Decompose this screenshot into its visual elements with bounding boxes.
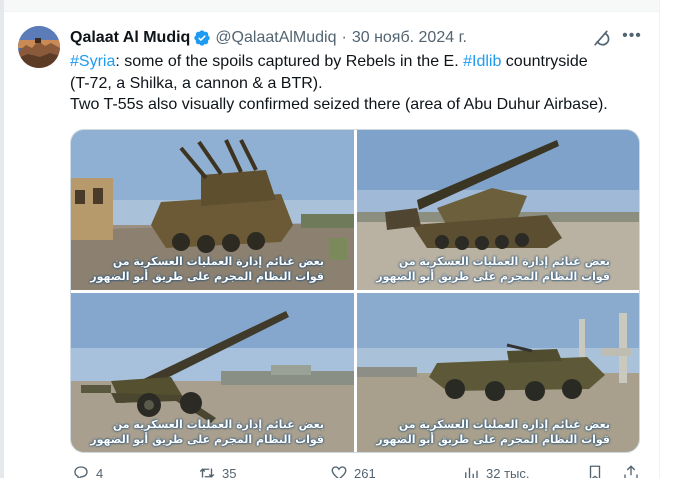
avatar[interactable] <box>18 26 60 68</box>
author-handle[interactable]: @QalaatAlMudiq <box>215 29 336 47</box>
tweet-text-line-1: #Syria: some of the spoils captured by R… <box>70 51 655 73</box>
repost-count: 35 <box>222 465 237 478</box>
tweet-date[interactable]: 30 нояб. 2024 г. <box>352 29 467 47</box>
reply-button[interactable]: 4 <box>72 463 103 478</box>
right-divider <box>659 0 660 478</box>
media-caption: بعض غنائم إدارة العمليات العسكرية من قوا… <box>89 254 324 284</box>
reply-count: 4 <box>96 465 104 478</box>
tweet-header: Qalaat Al Mudiq @QalaatAlMudiq · 30 нояб… <box>70 27 650 49</box>
more-icon[interactable]: ••• <box>621 27 643 47</box>
media-grid: بعض غنائم إدارة العمليات العسكرية من قوا… <box>70 129 640 453</box>
tweet-text-line-2: (T-72, a Shilka, a cannon & a BTR). <box>70 74 323 92</box>
bookmark-button[interactable] <box>586 463 610 478</box>
media-photo-t72[interactable]: بعض غنائم إدارة العمليات العسكرية من قوا… <box>357 130 639 290</box>
hashtag-idlib[interactable]: #Idlib <box>463 53 501 70</box>
hashtag-syria[interactable]: #Syria <box>70 53 115 70</box>
views-button[interactable]: 32 тыс. <box>462 463 529 478</box>
like-count: 261 <box>354 465 376 478</box>
bookmark-icon <box>589 465 601 478</box>
media-photo-shilka[interactable]: بعض غنائم إدارة العمليات العسكرية من قوا… <box>71 130 354 290</box>
tweet-text-line-3: Two T-55s also visually confirmed seized… <box>70 96 608 113</box>
tweet[interactable]: Qalaat Al Mudiq @QalaatAlMudiq · 30 нояб… <box>4 13 659 478</box>
share-button[interactable] <box>622 463 646 478</box>
action-bar: 4 35 261 32 тыс. <box>70 463 650 478</box>
author-name[interactable]: Qalaat Al Mudiq <box>70 29 190 47</box>
caption-line-2: قوات النظام المجرم على طريق أبو الضهور <box>376 433 610 446</box>
grok-icon[interactable] <box>591 28 611 48</box>
media-caption: بعض غنائم إدارة العمليات العسكرية من قوا… <box>89 417 324 447</box>
caption-line-2: قوات النظام المجرم على طريق أبو الضهور <box>90 270 324 283</box>
tweet-text-segment: : some of the spoils captured by Rebels … <box>115 53 464 70</box>
tweet-text-segment: countryside <box>501 53 588 70</box>
caption-line-1: بعض غنائم إدارة العمليات العسكرية من <box>398 418 610 431</box>
caption-line-2: قوات النظام المجرم على طريق أبو الضهور <box>90 433 324 446</box>
media-caption: بعض غنائم إدارة العمليات العسكرية من قوا… <box>375 254 610 284</box>
repost-button[interactable]: 35 <box>198 463 236 478</box>
caption-line-2: قوات النظام المجرم على طريق أبو الضهور <box>376 270 610 283</box>
caption-line-1: بعض غنائم إدارة العمليات العسكرية من <box>112 255 324 268</box>
media-caption: بعض غنائم إدارة العمليات العسكرية من قوا… <box>375 417 610 447</box>
share-icon <box>624 465 638 478</box>
reply-icon <box>74 466 88 478</box>
separator-dot: · <box>341 29 347 46</box>
views-count: 32 тыс. <box>486 465 530 478</box>
media-photo-cannon[interactable]: بعض غنائم إدارة العمليات العسكرية من قوا… <box>71 293 354 452</box>
like-button[interactable]: 261 <box>330 463 376 478</box>
verified-badge-icon <box>194 30 210 46</box>
caption-line-1: بعض غنائم إدارة العمليات العسكرية من <box>112 418 324 431</box>
previous-tweet-edge <box>4 0 659 12</box>
media-photo-btr[interactable]: بعض غنائم إدارة العمليات العسكرية من قوا… <box>357 293 639 452</box>
caption-line-1: بعض غنائم إدارة العمليات العسكرية من <box>398 255 610 268</box>
views-icon <box>465 467 478 478</box>
tweet-text: #Syria: some of the spoils captured by R… <box>70 51 655 116</box>
like-icon <box>331 466 347 478</box>
repost-icon <box>199 468 215 478</box>
